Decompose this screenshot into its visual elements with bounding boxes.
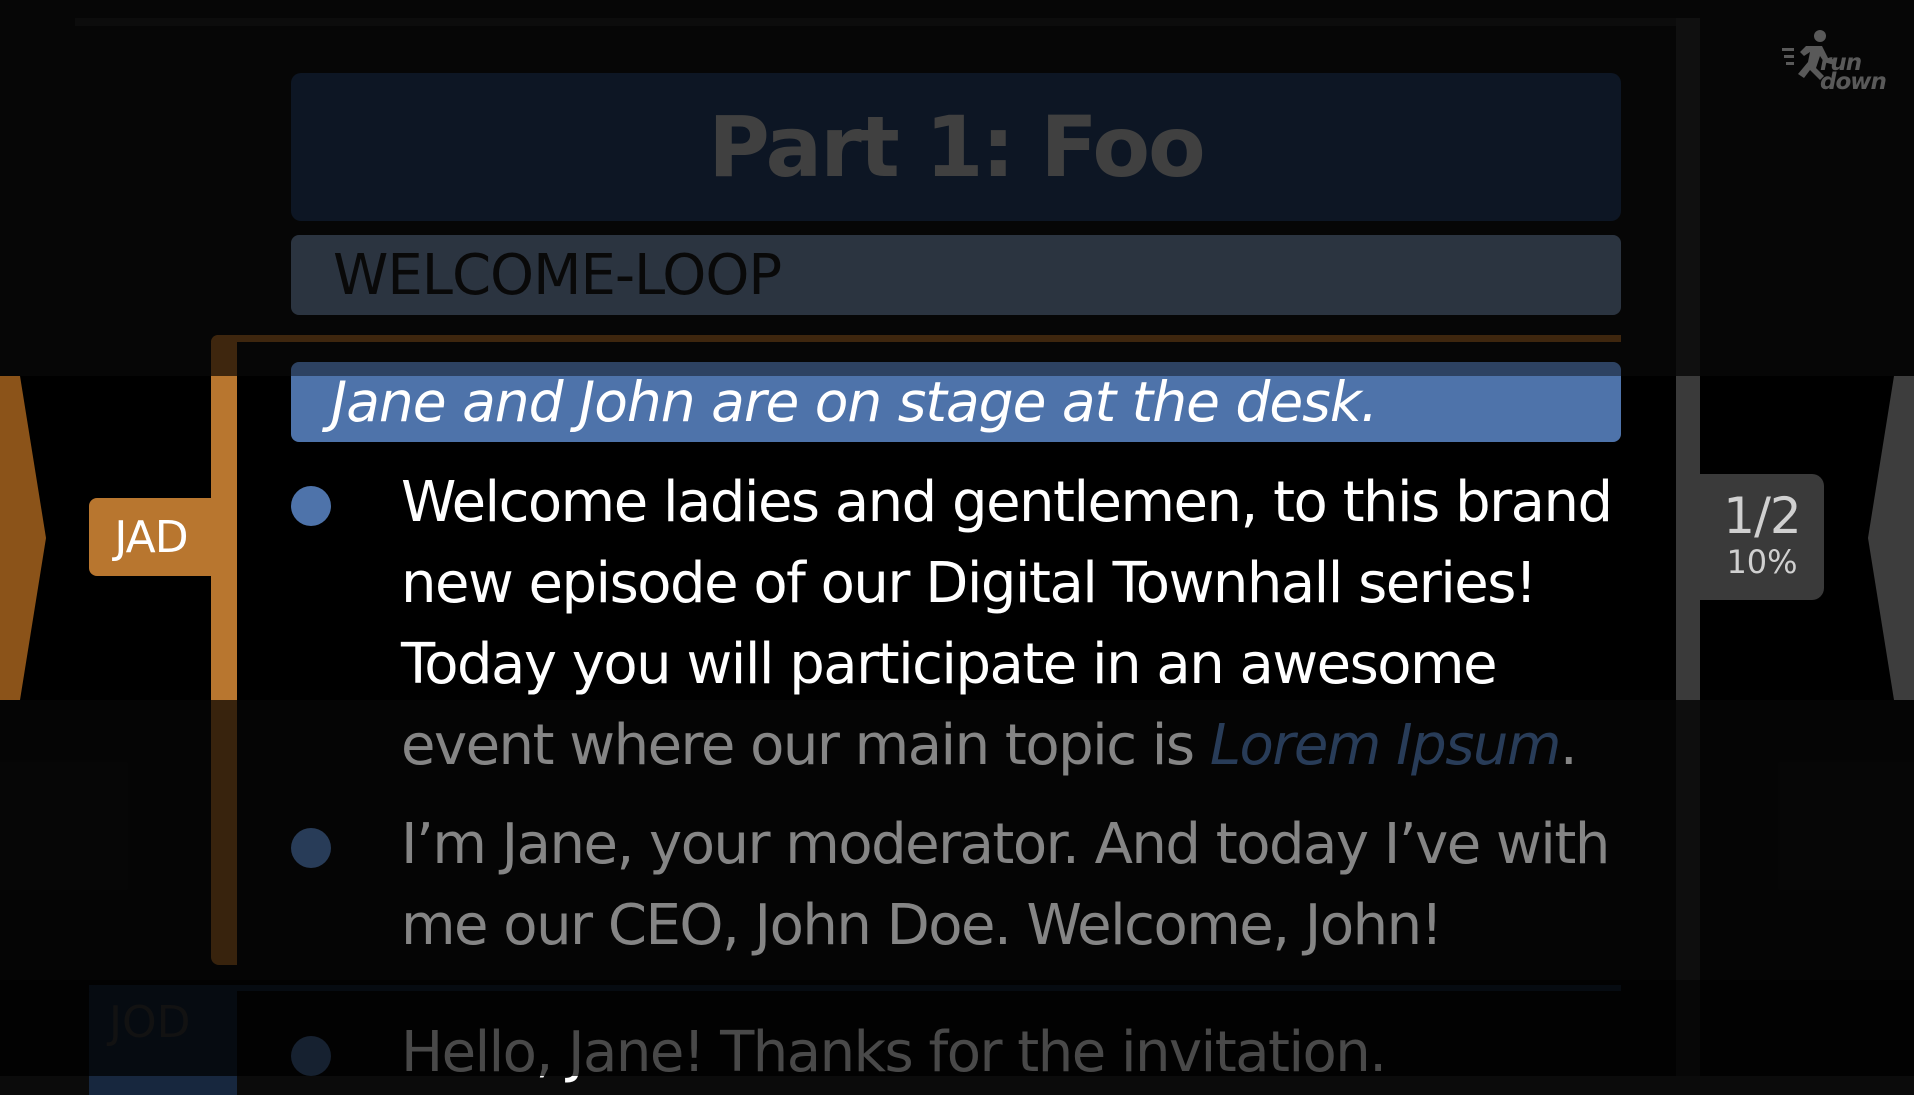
- viewport-top-edge: [75, 18, 1700, 26]
- paragraph-text: I’m Jane, your moderator. And today I’ve…: [401, 804, 1631, 966]
- segment-slug-label: WELCOME-LOOP: [333, 242, 782, 308]
- script-line: new episode of our Digital Townhall seri…: [401, 551, 1537, 616]
- paragraph-bullet-icon: [291, 486, 331, 526]
- paragraph-text: Hello, Jane! Thanks for the invitation.: [401, 1012, 1631, 1093]
- script-line-text: event where our main topic is: [401, 713, 1210, 778]
- page-counter: 1/2: [1723, 487, 1801, 545]
- script-paragraph: Welcome ladies and gentlemen, to this br…: [291, 462, 1631, 786]
- segment-slug: WELCOME-LOOP: [291, 235, 1621, 315]
- rundown-logo: run down: [1782, 28, 1890, 104]
- script-line: Today you will participate in an awesome: [401, 632, 1498, 697]
- story-frame-top: [211, 335, 1621, 342]
- stage-direction-text: Jane and John are on stage at the desk.: [331, 370, 1378, 434]
- emphasis-text: Lorem Ipsum: [1209, 713, 1562, 778]
- speaker-tag: JAD: [89, 498, 213, 576]
- speaker-tag-label: JAD: [114, 511, 188, 563]
- script-line: Hello, Jane! Thanks for the invitation.: [401, 1020, 1387, 1085]
- paragraph-bullet-icon: [291, 828, 331, 868]
- part-header: Part 1: Foo: [291, 73, 1621, 221]
- next-speaker-tag-label: JOD: [109, 997, 191, 1048]
- stage-direction: Jane and John are on stage at the desk.: [291, 362, 1621, 442]
- script-line-text: .: [1559, 713, 1578, 778]
- progress-indicator: 1/2 10%: [1700, 474, 1824, 600]
- story-frame-side-active: [211, 376, 237, 700]
- paragraph-text: Welcome ladies and gentlemen, to this br…: [401, 462, 1631, 786]
- progress-percent: 10%: [1726, 543, 1798, 581]
- script-line: I’m Jane, your moderator. And today I’ve…: [401, 812, 1610, 877]
- paragraph-bullet-icon: [291, 1036, 331, 1076]
- next-speaker-tag: JOD: [89, 985, 237, 1095]
- next-story-frame-top: [89, 985, 1621, 991]
- part-title: Part 1: Foo: [708, 98, 1205, 196]
- scrollbar-thumb[interactable]: [1676, 376, 1700, 700]
- script-line: Welcome ladies and gentlemen, to this br…: [401, 470, 1613, 535]
- script-paragraph: I’m Jane, your moderator. And today I’ve…: [291, 804, 1631, 966]
- script-line: event where our main topic is Lorem Ipsu…: [401, 705, 1631, 786]
- script-line: me our CEO, John Doe. Welcome, John!: [401, 893, 1443, 958]
- next-script-paragraph: Hello, Jane! Thanks for the invitation.: [291, 1012, 1631, 1093]
- logo-wordmark: run down: [1820, 50, 1887, 95]
